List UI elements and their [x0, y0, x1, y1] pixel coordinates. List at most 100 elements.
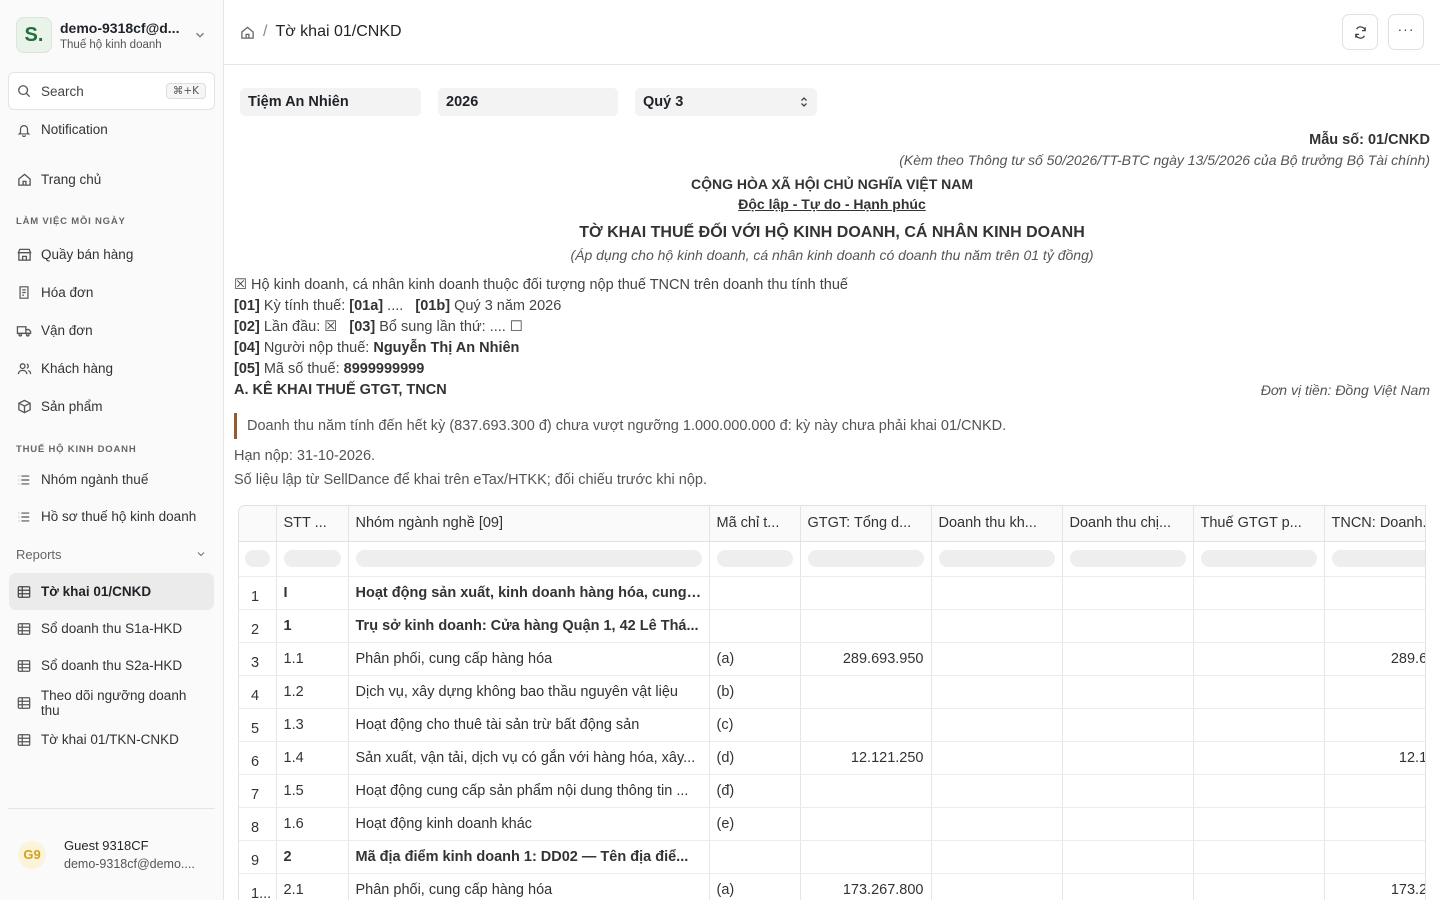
avatar: G9	[18, 840, 46, 869]
nav-invoices[interactable]: Hóa đơn	[0, 274, 223, 311]
account-switcher[interactable]: S. demo-9318cf@d... Thuế hộ kinh doanh	[0, 0, 223, 68]
cell-empty	[1193, 576, 1325, 610]
row-number: 1	[239, 576, 277, 610]
section-label-daily: Làm việc mỗi ngày	[16, 215, 126, 227]
reports-toggle[interactable]: Reports	[0, 539, 223, 569]
nav-notification[interactable]: Notification	[0, 111, 223, 148]
column-header[interactable]: Thuế GTGT p...	[1193, 506, 1325, 542]
row-number: 2	[239, 609, 277, 643]
store-field[interactable]: Tiệm An Nhiên	[240, 87, 421, 116]
cell-empty	[1193, 807, 1325, 841]
filter-input[interactable]	[938, 550, 1055, 567]
filter-input[interactable]	[1200, 550, 1317, 567]
nav-customers[interactable]: Khách hàng	[0, 350, 223, 387]
user-name: Guest 9318CF	[64, 838, 149, 853]
cell-empty	[1062, 774, 1194, 808]
cell-industry-group: Hoạt động cung cấp sản phẩm nội dung thô…	[348, 774, 710, 808]
filter-input[interactable]	[807, 550, 924, 567]
cell-empty	[1193, 741, 1325, 775]
nav-pos[interactable]: Quầy bán hàng	[0, 236, 223, 273]
cell-empty	[1062, 873, 1194, 900]
filter-input[interactable]	[716, 550, 793, 567]
chevron-down-icon	[196, 32, 204, 38]
column-header[interactable]: Nhóm ngành nghề [09]	[348, 506, 710, 542]
table-row[interactable]: 8 1.6 Hoạt động kinh doanh khác (e)	[239, 807, 1425, 841]
filter-input[interactable]	[1069, 550, 1186, 567]
cell-vat-revenue	[800, 609, 932, 643]
nav-report-01cnkd[interactable]: Tờ khai 01/CNKD	[9, 573, 214, 610]
cell-industry-group: Phân phối, cung cấp hàng hóa	[348, 642, 710, 676]
cell-pit-revenue	[1324, 675, 1425, 709]
nav-label: Sản phẩm	[41, 399, 103, 414]
cell-pit-revenue: 173.267.800	[1324, 873, 1425, 900]
table-header-row: STT ... Nhóm ngành nghề [09] Mã chỉ t...…	[239, 506, 1425, 542]
cell-stt: 1.1	[276, 642, 349, 676]
declaration-table: STT ... Nhóm ngành nghề [09] Mã chỉ t...…	[238, 505, 1426, 900]
column-header[interactable]: TNCN: Doanh...	[1324, 506, 1425, 542]
table-row[interactable]: 1 I Hoạt động sản xuất, kinh doanh hàng hó…	[239, 576, 1425, 610]
nav-report-s2a[interactable]: Sổ doanh thu S2a-HKD	[0, 647, 223, 684]
table-row[interactable]: 4 1.2 Dịch vụ, xây dựng không bao thầu ngu…	[239, 675, 1425, 709]
cell-vat-revenue	[800, 840, 932, 874]
nav-report-s1a[interactable]: Sổ doanh thu S1a-HKD	[0, 610, 223, 647]
table-row[interactable]: 7 1.5 Hoạt động cung cấp sản phẩm nội dung…	[239, 774, 1425, 808]
nav-tax-profile[interactable]: Hồ sơ thuế hộ kinh doanh	[0, 498, 223, 535]
cell-industry-group: Hoạt động cho thuê tài sản trừ bất động …	[348, 708, 710, 742]
column-header[interactable]: STT ...	[276, 506, 349, 542]
cell-empty	[931, 741, 1063, 775]
nav-shipments[interactable]: Vận đơn	[0, 312, 223, 349]
search-label: Search	[41, 83, 84, 99]
cell-empty	[1193, 609, 1325, 643]
search-button[interactable]: Search ⌘+K	[8, 72, 215, 110]
cell-stt: 2	[276, 840, 349, 874]
table-row[interactable]: 1... 2.1 Phân phối, cung cấp hàng hóa (a) 17…	[239, 873, 1425, 900]
filter-input[interactable]	[283, 550, 341, 567]
year-field[interactable]: 2026	[438, 87, 618, 116]
cell-indicator-code	[709, 576, 801, 610]
column-header[interactable]: Doanh thu kh...	[931, 506, 1063, 542]
cell-industry-group: Hoạt động sản xuất, kinh doanh hàng hóa,…	[348, 576, 710, 610]
column-header[interactable]: GTGT: Tổng d...	[800, 506, 932, 542]
national-motto: Độc lập - Tự do - Hạnh phúc	[738, 196, 926, 212]
table-row[interactable]: 6 1.4 Sản xuất, vận tải, dịch vụ có gắn vớ…	[239, 741, 1425, 775]
main-content: / Tờ khai 01/CNKD ··· Tiệm An Nhiên 2026…	[224, 0, 1440, 900]
cell-vat-revenue	[800, 576, 932, 610]
nav-products[interactable]: Sản phẩm	[0, 388, 223, 425]
filter-input[interactable]	[355, 550, 702, 567]
nav-report-01tkn[interactable]: Tờ khai 01/TKN-CNKD	[0, 721, 223, 758]
table-row[interactable]: 3 1.1 Phân phối, cung cấp hàng hóa (a) 289.6…	[239, 642, 1425, 676]
section-a-title: A. KÊ KHAI THUẾ GTGT, TNCN	[234, 382, 447, 398]
table-row[interactable]: 2 1 Trụ sở kinh doanh: Cửa hàng Quận 1, 42…	[239, 609, 1425, 643]
nav-tax-groups[interactable]: Nhóm ngành thuế	[0, 461, 223, 498]
quarter-select[interactable]: Quý 3	[635, 87, 817, 116]
cell-vat-revenue	[800, 675, 932, 709]
table-row[interactable]: 9 2 Mã địa điểm kinh doanh 1: DD02 — Tên đ…	[239, 840, 1425, 874]
nav-home[interactable]: Trang chủ	[0, 161, 223, 198]
list-icon	[16, 509, 32, 525]
filters: Tiệm An Nhiên 2026 Quý 3	[224, 65, 1440, 123]
nav-report-threshold[interactable]: Theo dõi ngưỡng doanh thu	[0, 684, 223, 721]
user-menu[interactable]: G9 Guest 9318CF demo-9318cf@demo....	[8, 808, 215, 900]
topbar: / Tờ khai 01/CNKD ···	[224, 0, 1440, 65]
cell-empty	[1062, 642, 1194, 676]
cell-industry-group: Trụ sở kinh doanh: Cửa hàng Quận 1, 42 L…	[348, 609, 710, 643]
table-row[interactable]: 5 1.3 Hoạt động cho thuê tài sản trừ bất đ…	[239, 708, 1425, 742]
nav-label: Hồ sơ thuế hộ kinh doanh	[41, 509, 197, 524]
cell-empty	[931, 708, 1063, 742]
refresh-button[interactable]	[1342, 14, 1378, 50]
cell-vat-revenue	[800, 708, 932, 742]
filter-input[interactable]	[1331, 550, 1425, 567]
cell-stt: 1.3	[276, 708, 349, 742]
box-icon	[16, 399, 32, 415]
cell-empty	[1062, 840, 1194, 874]
cell-indicator-code	[709, 840, 801, 874]
column-header[interactable]: Mã chỉ t...	[709, 506, 801, 542]
cell-pit-revenue	[1324, 609, 1425, 643]
home-icon[interactable]	[240, 25, 255, 40]
more-button[interactable]: ···	[1388, 14, 1424, 50]
sidebar: S. demo-9318cf@d... Thuế hộ kinh doanh S…	[0, 0, 224, 900]
cell-stt: 1.6	[276, 807, 349, 841]
column-header[interactable]: Doanh thu chị...	[1062, 506, 1194, 542]
page-title: Tờ khai 01/CNKD	[275, 23, 402, 40]
filter-input[interactable]	[245, 550, 270, 567]
